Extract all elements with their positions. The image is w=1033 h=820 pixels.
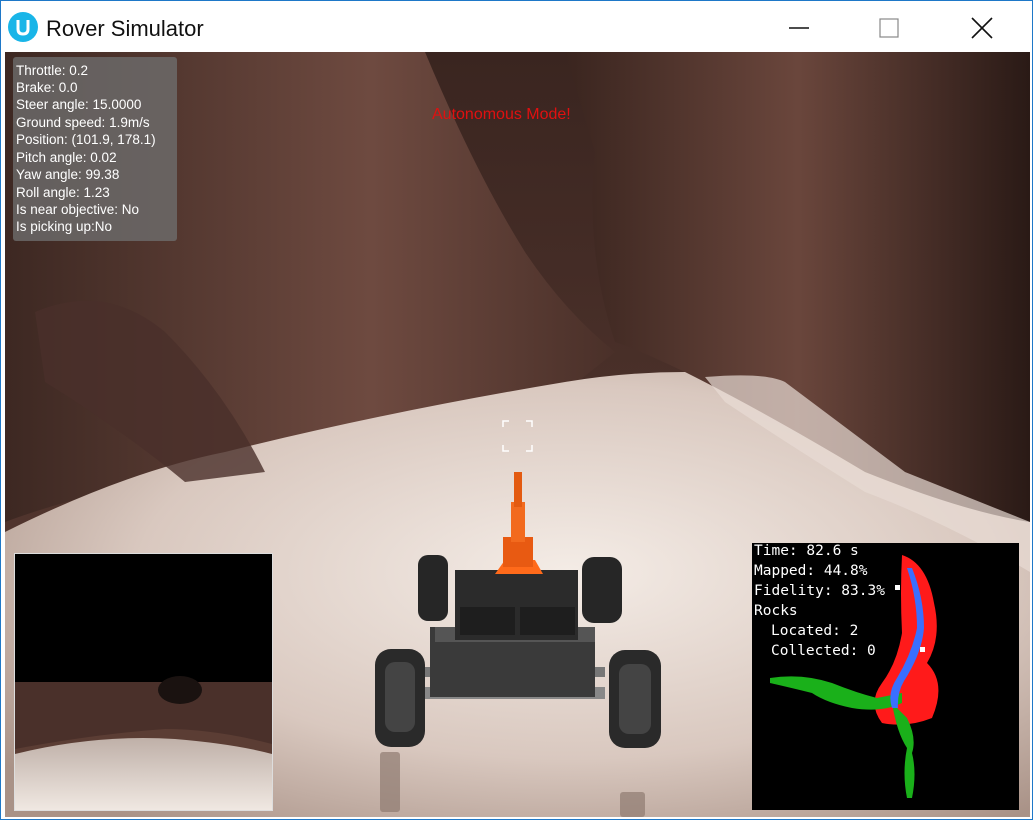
window-title: Rover Simulator bbox=[46, 16, 204, 41]
minimize-button[interactable] bbox=[753, 1, 845, 52]
minimize-icon bbox=[789, 27, 809, 29]
rover-camera-view bbox=[14, 553, 273, 811]
unity-logo-icon bbox=[8, 12, 38, 42]
mode-indicator: Autonomous Mode! bbox=[432, 106, 571, 123]
simulation-viewport[interactable]: Throttle: 0.2 Brake: 0.0 Steer angle: 15… bbox=[5, 52, 1030, 817]
roll-angle-readout: Roll angle: 1.23 bbox=[16, 185, 110, 200]
near-objective-readout: Is near objective: No bbox=[16, 202, 140, 217]
steer-angle-readout: Steer angle: 15.0000 bbox=[16, 97, 142, 112]
pitch-angle-readout: Pitch angle: 0.02 bbox=[16, 150, 117, 165]
maximize-icon bbox=[879, 18, 899, 38]
yaw-angle-readout: Yaw angle: 99.38 bbox=[16, 167, 120, 182]
throttle-readout: Throttle: 0.2 bbox=[16, 63, 89, 78]
world-map-panel: Time: 82.6 s Mapped: 44.8% Fidelity: 83.… bbox=[752, 543, 1019, 810]
title-bar[interactable]: Rover Simulator bbox=[1, 1, 1032, 52]
map-rocks-heading: Rocks bbox=[754, 603, 798, 619]
close-icon bbox=[971, 17, 993, 39]
map-time: Time: 82.6 s bbox=[754, 543, 859, 559]
position-readout: Position: (101.9, 178.1) bbox=[16, 132, 156, 147]
maximize-button[interactable] bbox=[845, 1, 937, 52]
map-rocks-collected: Collected: 0 bbox=[771, 643, 876, 659]
map-mapped: Mapped: 44.8% bbox=[754, 563, 868, 579]
telemetry-panel: Throttle: 0.2 Brake: 0.0 Steer angle: 15… bbox=[13, 57, 177, 241]
map-fidelity: Fidelity: 83.3% bbox=[754, 583, 885, 599]
camera-image bbox=[15, 554, 272, 810]
picking-up-readout: Is picking up:No bbox=[16, 219, 113, 234]
ground-speed-readout: Ground speed: 1.9m/s bbox=[16, 115, 150, 130]
brake-readout: Brake: 0.0 bbox=[16, 80, 78, 95]
map-rocks-located: Located: 2 bbox=[771, 623, 859, 639]
close-button[interactable] bbox=[938, 1, 1030, 52]
rover-simulator-window: Rover Simulator Throttle: 0.2 Brake: 0.0… bbox=[0, 0, 1033, 820]
